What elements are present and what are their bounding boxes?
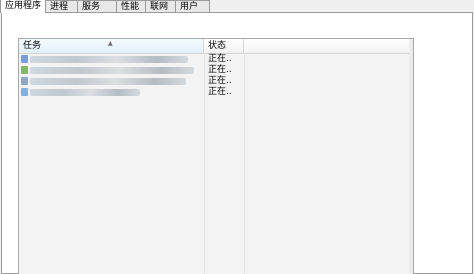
tab-processes[interactable]: 进程 (45, 0, 78, 12)
task-status: 正在.. (208, 54, 232, 64)
task-row[interactable]: 正在.. (19, 87, 413, 98)
task-status: 正在.. (208, 65, 232, 75)
task-list[interactable]: 任务 ▲ 状态 正在.. 正在.. 正在.. 正在.. (18, 38, 414, 274)
task-name-redacted (21, 66, 201, 75)
task-list-header: 任务 ▲ 状态 (19, 39, 413, 54)
task-status: 正在.. (208, 87, 232, 97)
task-name-redacted (21, 55, 201, 64)
tab-services[interactable]: 服务 (77, 0, 117, 12)
task-manager-window: 应用程序 进程 服务 性能 联网 用户 任务 ▲ 状态 正在.. 正在.. 正在… (0, 0, 474, 274)
redacted-text (30, 78, 186, 85)
task-name-redacted (21, 77, 201, 86)
app-icon (21, 66, 28, 74)
applications-tab-page: 任务 ▲ 状态 正在.. 正在.. 正在.. 正在.. (1, 12, 473, 274)
tab-performance[interactable]: 性能 (116, 0, 146, 12)
column-header-status-label: 状态 (208, 41, 227, 51)
task-row[interactable]: 正在.. (19, 76, 413, 87)
redacted-text (30, 89, 140, 96)
tab-users[interactable]: 用户 (175, 0, 210, 12)
redacted-text (30, 67, 194, 74)
list-right-border (409, 39, 413, 274)
task-name-redacted (21, 88, 201, 97)
column-header-task[interactable]: 任务 ▲ (19, 39, 204, 53)
tab-applications[interactable]: 应用程序 (0, 0, 46, 13)
column-header-status[interactable]: 状态 (204, 39, 244, 53)
sort-ascending-icon: ▲ (108, 40, 113, 47)
app-icon (21, 88, 28, 96)
task-status: 正在.. (208, 76, 232, 86)
task-row[interactable]: 正在.. (19, 65, 413, 76)
tab-networking[interactable]: 联网 (145, 0, 176, 12)
app-icon (21, 55, 28, 63)
column-header-task-label: 任务 (23, 41, 42, 51)
redacted-text (30, 56, 188, 63)
task-row[interactable]: 正在.. (19, 54, 413, 65)
app-icon (21, 77, 28, 85)
